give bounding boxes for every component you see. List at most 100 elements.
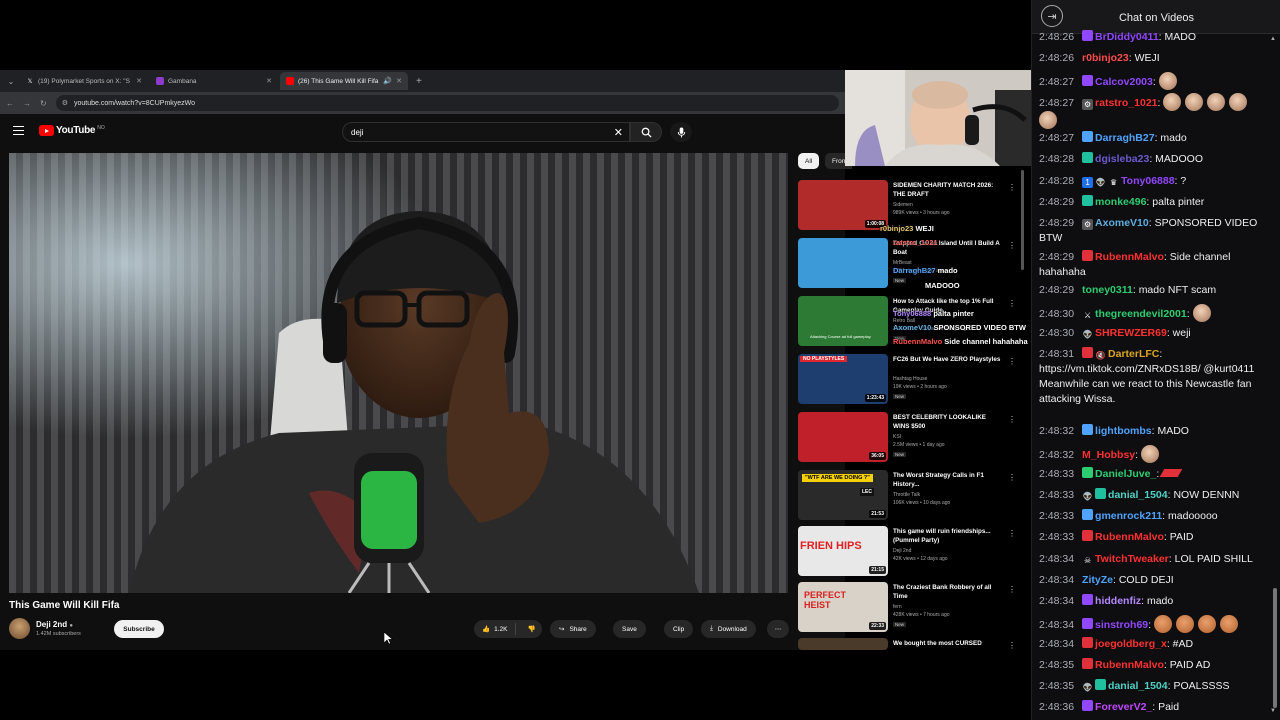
chat-username[interactable]: RubennMalvo [1095,531,1164,543]
recommendation-thumbnail[interactable]: 1:23:43 NO PLAYSTYLES [798,354,888,404]
close-icon[interactable]: ✕ [266,77,272,85]
chat-username[interactable]: AxomeV10 [1095,217,1149,229]
clip-button[interactable]: Clip [664,620,694,638]
chat-scrollbar-thumb[interactable] [1273,588,1277,708]
more-vertical-icon[interactable]: ⋮ [1008,299,1016,308]
chat-username[interactable]: toney0311 [1082,284,1133,296]
recommendation-thumbnail[interactable]: 21:15 FRIEN HIPS [798,526,888,576]
recommendation-title[interactable]: The Craziest Bank Robbery of all Time [893,584,1003,601]
site-info-icon[interactable]: ⚙ [62,99,68,107]
recommendation-channel[interactable]: Throttle Talk [893,492,920,500]
new-tab-button[interactable]: + [410,76,428,87]
more-vertical-icon[interactable]: ⋮ [1008,529,1016,538]
dislike-button[interactable]: 👎 [521,625,541,633]
more-vertical-icon[interactable]: ⋮ [1008,473,1016,482]
chat-username[interactable]: dgisleba23 [1095,153,1149,165]
more-vertical-icon[interactable]: ⋮ [1008,415,1016,424]
chat-scroll-up-icon[interactable]: ▲ [1270,36,1276,42]
more-vertical-icon[interactable]: ⋮ [1008,183,1016,192]
channel-avatar[interactable] [9,618,30,639]
chat-username[interactable]: hiddenfiz [1095,595,1141,607]
recommendation-item[interactable]: 21:53 "WTF ARE WE DOING ?" LEC The Worst St… [798,470,1028,522]
recommendation-thumbnail[interactable]: 22:33 PERFECT HEIST [798,582,888,632]
download-button[interactable]: ⤓ Download [701,620,756,638]
recommendation-thumbnail[interactable]: 21:53 "WTF ARE WE DOING ?" LEC [798,470,888,520]
recommendation-title[interactable]: FC26 But We Have ZERO Playstyles [893,356,1003,365]
chat-username[interactable]: ZityZe [1082,574,1113,586]
recommendation-item[interactable]: 22:33 PERFECT HEIST The Craziest Bank Robb… [798,582,1028,634]
chat-username[interactable]: thegreendevil2001 [1095,308,1187,320]
channel-name[interactable]: Deji 2nd ● [36,620,73,629]
youtube-logo[interactable]: YouTube NO [39,125,105,136]
more-vertical-icon[interactable]: ⋮ [1008,241,1016,250]
recommendation-thumbnail[interactable] [798,238,888,288]
subscribe-button[interactable]: Subscribe [114,620,164,638]
more-vertical-icon[interactable]: ⋮ [1008,585,1016,594]
video-player[interactable] [9,153,788,593]
tab-gambana[interactable]: Gambana ✕ [150,72,278,90]
recommendation-item[interactable]: 1:23:43 NO PLAYSTYLES FC26 But We Have ZER… [798,354,1028,406]
chat-username[interactable]: SHREWZER69 [1095,327,1167,339]
chat-username[interactable]: TwitchTweaker [1095,553,1169,565]
chip-all[interactable]: All [798,153,820,169]
recommendation-title[interactable]: We bought the most CURSED [893,640,1003,649]
search-button[interactable] [630,122,662,142]
chat-scroll-down-icon[interactable]: ▼ [1270,708,1276,714]
more-vertical-icon[interactable]: ⋮ [1008,357,1016,366]
share-button[interactable]: ↪ Share [550,620,596,638]
recommendation-channel[interactable]: KSI [893,434,901,442]
chat-username[interactable]: lightbombs [1095,425,1152,437]
recommendation-thumbnail[interactable]: Attacking Course ad full gameplay [798,296,888,346]
more-vertical-icon[interactable]: ⋮ [1008,641,1016,650]
chat-username[interactable]: Tony06888 [1121,175,1175,187]
chat-username[interactable]: M_Hobbsy [1082,449,1135,461]
recommendation-item[interactable]: 21:15 FRIEN HIPS This game will ruin frien… [798,526,1028,578]
chat-username[interactable]: ratstro_1021 [1095,97,1157,109]
recommendation-thumbnail[interactable]: 1:00:08 [798,180,888,230]
recommendation-thumbnail[interactable]: 36:05 [798,412,888,462]
recommendation-channel[interactable]: Deji 2nd [893,548,911,556]
chat-username[interactable]: r0binjo23 [1082,52,1129,64]
chat-username[interactable]: gmenrock211 [1095,510,1162,522]
recommendation-title[interactable]: This game will ruin friendships... (Pumm… [893,528,1003,545]
close-icon[interactable]: ✕ [396,77,402,85]
close-icon[interactable]: ✕ [136,77,142,85]
chat-username[interactable]: danial_1504 [1108,680,1168,692]
url-field[interactable]: ⚙ youtube.com/watch?v=8CUPmkyezWo [55,95,839,111]
recommendation-channel[interactable]: Hashtag House [893,376,927,384]
save-button[interactable]: Save [613,620,646,638]
forward-arrow-icon[interactable]: → [23,99,31,108]
chat-username[interactable]: BrDiddy0411 [1095,31,1159,43]
recommendation-title[interactable]: The Worst Strategy Calls in F1 History..… [893,472,1003,489]
like-button[interactable]: 👍 1.2K [474,623,517,635]
chat-username[interactable]: Calcov2003 [1095,76,1153,88]
recommendation-item[interactable]: 36:05 BEST CELEBRITY LOOKALIKE WINS $500 K… [798,412,1028,464]
clear-search-icon[interactable]: ✕ [614,126,623,139]
back-arrow-icon[interactable]: ← [6,99,14,108]
chat-username[interactable]: RubennMalvo [1095,659,1164,671]
reload-icon[interactable]: ↻ [40,99,47,108]
chat-username[interactable]: DarterLFC [1108,348,1159,360]
chat-username[interactable]: DanielJuve_ [1095,468,1156,480]
recommendation-thumbnail[interactable] [798,638,888,650]
search-input[interactable]: deji ✕ [342,122,630,142]
more-actions-button[interactable]: ⋯ [767,620,789,638]
tab-youtube-active[interactable]: (26) This Game Will Kill Fifa 🔊 ✕ [280,72,408,90]
tab-polymarket[interactable]: 𝕏 (19) Polymarket Sports on X: "S ✕ [20,72,148,90]
chat-username[interactable]: joegoldberg_x [1095,638,1167,650]
recommendation-title[interactable]: SIDEMEN CHARITY MATCH 2026: THE DRAFT [893,182,1003,199]
chat-username[interactable]: danial_1504 [1108,489,1168,501]
recommendation-title[interactable]: BEST CELEBRITY LOOKALIKE WINS $500 [893,414,1003,431]
recommendation-channel[interactable]: Sidemen [893,202,913,210]
tab-search-chevron-icon[interactable]: ⌄ [4,74,18,88]
chat-username[interactable]: DarraghB27 [1095,132,1155,144]
menu-icon[interactable] [13,126,24,135]
chat-username[interactable]: monke496 [1095,196,1146,208]
recommendation-item[interactable]: We bought the most CURSED ⋮ [798,638,1028,650]
chat-username[interactable]: sinstroh69 [1095,619,1148,631]
recommendations-scrollbar[interactable] [1021,170,1024,270]
chat-username[interactable]: ForeverV2_ [1095,701,1152,713]
recommendation-channel[interactable]: fern [893,604,902,612]
chat-username[interactable]: RubennMalvo [1095,251,1164,263]
voice-search-button[interactable] [670,122,692,142]
